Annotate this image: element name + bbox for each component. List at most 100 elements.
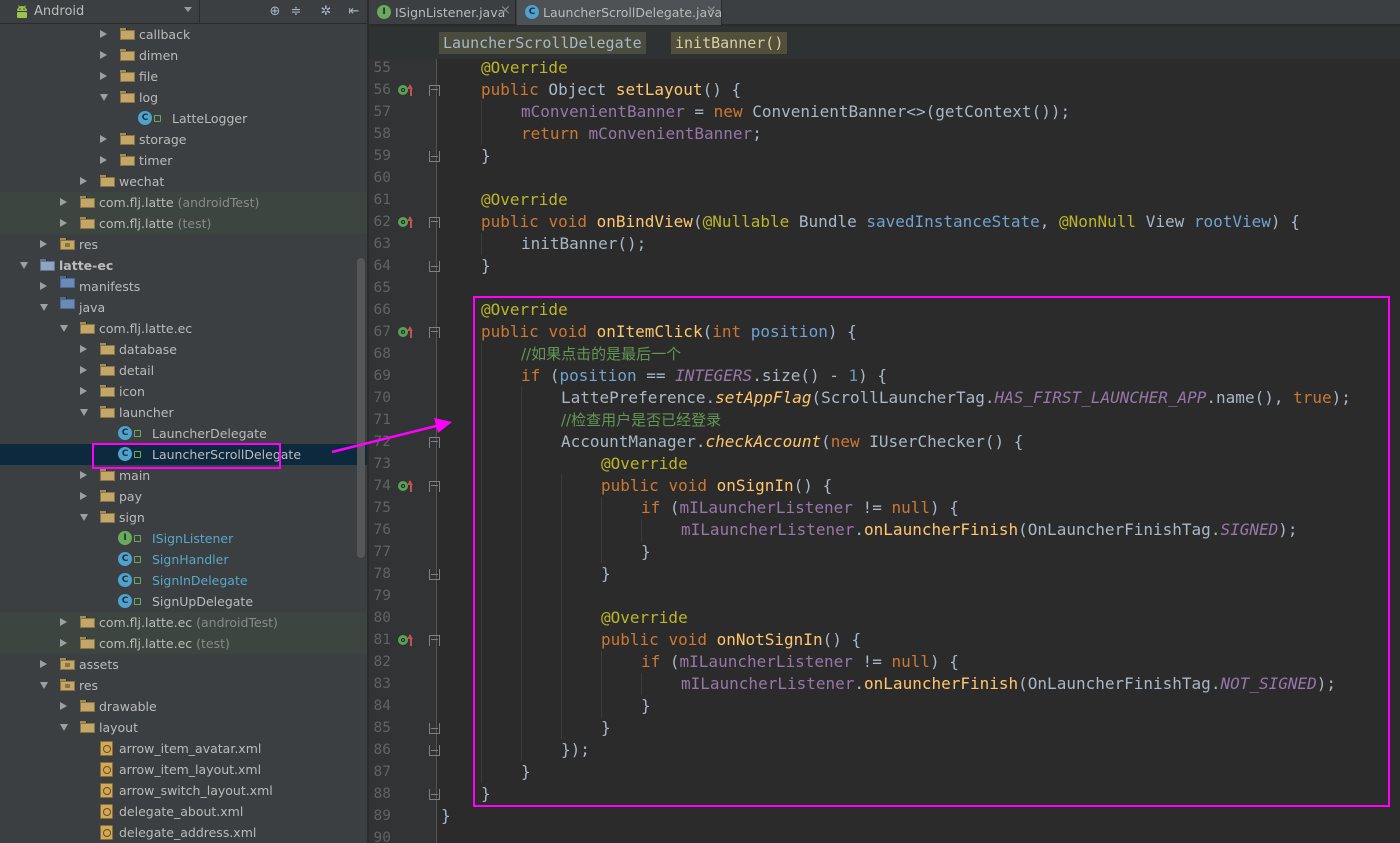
code-line: @Override bbox=[481, 190, 568, 209]
line-number: 80 bbox=[373, 610, 391, 626]
code-line: } bbox=[481, 256, 491, 275]
fold-marker-icon[interactable] bbox=[429, 481, 440, 492]
line-number: 75 bbox=[373, 500, 391, 516]
class-icon: C bbox=[525, 5, 539, 19]
chevron-right-icon[interactable] bbox=[100, 30, 107, 38]
line-number: 62 bbox=[373, 214, 391, 230]
line-number: 67 bbox=[373, 324, 391, 340]
tab-label: LauncherScrollDelegate.java bbox=[543, 5, 723, 20]
line-number: 56 bbox=[373, 82, 391, 98]
line-number: 60 bbox=[373, 170, 391, 186]
breadcrumb-class[interactable]: LauncherScrollDelegate bbox=[439, 32, 646, 54]
tree-item-label: delegate_address.xml bbox=[119, 825, 257, 840]
fold-marker-icon[interactable] bbox=[429, 217, 440, 228]
fold-marker-icon[interactable] bbox=[429, 151, 440, 162]
chevron-right-icon[interactable] bbox=[80, 177, 87, 185]
breadcrumb: LauncherScrollDelegate initBanner() bbox=[369, 26, 1400, 59]
code-line: @Override bbox=[481, 58, 568, 77]
editor-tab-bar: I ISignListener.java × C LauncherScrollD… bbox=[369, 0, 1400, 25]
close-icon[interactable]: × bbox=[706, 3, 717, 18]
tab-label: ISignListener.java bbox=[395, 5, 506, 20]
line-number: 55 bbox=[373, 60, 391, 76]
fold-marker-icon[interactable] bbox=[429, 261, 440, 272]
fold-marker-icon[interactable] bbox=[429, 745, 440, 756]
tab-launcherscrolldelegate[interactable]: C LauncherScrollDelegate.java × bbox=[517, 0, 722, 25]
tree-item-label: wechat bbox=[119, 174, 165, 189]
code-line: public void onBindView(@Nullable Bundle … bbox=[481, 212, 1300, 231]
line-number: 79 bbox=[373, 588, 391, 604]
chevron-right-icon[interactable] bbox=[40, 282, 47, 290]
line-number: 74 bbox=[373, 478, 391, 494]
line-number: 90 bbox=[373, 830, 391, 843]
gear-icon[interactable]: ✲ bbox=[318, 4, 334, 20]
project-view-selector[interactable]: Android bbox=[34, 4, 84, 19]
line-number: 78 bbox=[373, 566, 391, 582]
line-number: 64 bbox=[373, 258, 391, 274]
line-number: 65 bbox=[373, 280, 391, 296]
line-number: 70 bbox=[373, 390, 391, 406]
line-number: 72 bbox=[373, 434, 391, 450]
xml-file-icon bbox=[100, 825, 113, 840]
line-number: 89 bbox=[373, 808, 391, 824]
line-number: 58 bbox=[373, 126, 391, 142]
hide-panel-icon[interactable]: ⇤ bbox=[346, 4, 362, 20]
line-number: 87 bbox=[373, 764, 391, 780]
override-marker-icon[interactable]: o bbox=[398, 326, 415, 341]
breadcrumb-method[interactable]: initBanner() bbox=[671, 32, 788, 54]
folder-icon bbox=[120, 28, 135, 40]
interface-icon: I bbox=[377, 5, 391, 19]
tree-highlight-box bbox=[92, 443, 281, 469]
line-number: 83 bbox=[373, 676, 391, 692]
folder-icon bbox=[100, 175, 115, 187]
fold-marker-icon[interactable] bbox=[429, 569, 440, 580]
highlight-box bbox=[473, 296, 1390, 807]
lock-icon bbox=[134, 598, 141, 605]
tree-item-label: manifests bbox=[79, 279, 141, 294]
fold-marker-icon[interactable] bbox=[429, 327, 440, 338]
line-number: 85 bbox=[373, 720, 391, 736]
override-marker-icon[interactable]: o bbox=[398, 216, 415, 231]
chevron-down-icon[interactable] bbox=[184, 7, 192, 12]
fold-marker-icon[interactable] bbox=[429, 635, 440, 646]
line-number: 81 bbox=[373, 632, 391, 648]
tree-item[interactable]: callback bbox=[0, 24, 367, 45]
code-line: } bbox=[441, 806, 451, 825]
fold-marker-icon[interactable] bbox=[429, 437, 440, 448]
fold-marker-icon[interactable] bbox=[429, 723, 440, 734]
tab-isignlistener[interactable]: I ISignListener.java × bbox=[369, 0, 516, 25]
line-number: 61 bbox=[373, 192, 391, 208]
line-number: 77 bbox=[373, 544, 391, 560]
tree-item-label: callback bbox=[139, 27, 191, 42]
class-icon: C bbox=[118, 594, 132, 608]
target-icon[interactable]: ⊕ bbox=[267, 4, 283, 20]
line-number: 59 bbox=[373, 148, 391, 164]
line-number: 71 bbox=[373, 412, 391, 428]
android-icon bbox=[17, 5, 27, 18]
line-number: 57 bbox=[373, 104, 391, 120]
line-number: 82 bbox=[373, 654, 391, 670]
line-number: 86 bbox=[373, 742, 391, 758]
override-marker-icon[interactable]: o bbox=[398, 84, 415, 99]
collapse-icon[interactable]: ≑ bbox=[288, 4, 304, 20]
line-number: 66 bbox=[373, 302, 391, 318]
code-line: public Object setLayout() { bbox=[481, 80, 742, 99]
code-line: mConvenientBanner = new ConvenientBanner… bbox=[521, 102, 1071, 121]
line-number: 69 bbox=[373, 368, 391, 384]
close-icon[interactable]: × bbox=[500, 3, 511, 18]
override-marker-icon[interactable]: o bbox=[398, 480, 415, 495]
folder-icon bbox=[60, 276, 75, 288]
line-number: 63 bbox=[373, 236, 391, 252]
fold-marker-icon[interactable] bbox=[429, 789, 440, 800]
line-number: 84 bbox=[373, 698, 391, 714]
line-number: 68 bbox=[373, 346, 391, 362]
project-panel-header: Android ⊕ ≑ ✲ ⇤ bbox=[0, 0, 367, 24]
line-number: 88 bbox=[373, 786, 391, 802]
tree-item[interactable]: manifests bbox=[0, 276, 367, 297]
code-line: return mConvenientBanner; bbox=[521, 124, 762, 143]
override-marker-icon[interactable]: o bbox=[398, 634, 415, 649]
code-line: } bbox=[481, 146, 491, 165]
code-line: initBanner(); bbox=[521, 234, 647, 253]
line-number: 73 bbox=[373, 456, 391, 472]
line-number: 76 bbox=[373, 522, 391, 538]
fold-marker-icon[interactable] bbox=[429, 85, 440, 96]
